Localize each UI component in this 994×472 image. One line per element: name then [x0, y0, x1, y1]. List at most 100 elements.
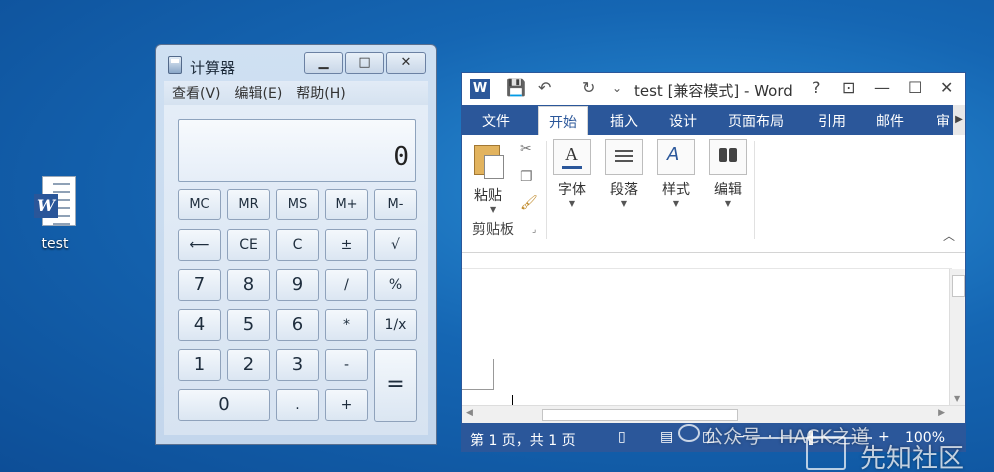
ribbon-tabs: 文件 开始 插入 设计 页面布局 引用 邮件 审 ▶ [462, 105, 965, 136]
desktop-icon-label: test [41, 236, 69, 252]
format-painter-icon[interactable]: 🖌 [520, 195, 538, 211]
key-mr[interactable]: MR [227, 189, 270, 220]
paragraph-icon [605, 139, 643, 175]
key-8[interactable]: 8 [227, 269, 270, 301]
key-1[interactable]: 1 [178, 349, 221, 381]
document-area[interactable]: ▼ [462, 253, 965, 407]
word-title: test [兼容模式] - Word [634, 82, 793, 100]
clipboard-launcher-icon[interactable]: ⌟ [532, 225, 536, 235]
menu-edit[interactable]: 编辑(E) [235, 83, 283, 103]
save-icon[interactable]: 💾 [506, 78, 526, 97]
tab-review[interactable]: 审 [936, 111, 950, 131]
key-subtract[interactable]: - [325, 349, 368, 381]
key-5[interactable]: 5 [227, 309, 270, 341]
tab-home[interactable]: 开始 [538, 106, 588, 136]
find-binoculars-icon [709, 139, 747, 175]
font-icon: A [553, 139, 591, 175]
ribbon-home: 粘贴 ▼ ✂ ❐ 🖌 剪贴板 ⌟ A 字体 ▼ 段落 ▼ A 样式 ▼ 编辑 ▼… [462, 135, 965, 253]
word-titlebar[interactable]: W 💾 ↶ ↻ ⌄ test [兼容模式] - Word ? ⊡ — ☐ ✕ [462, 73, 965, 105]
vertical-scroll-thumb[interactable] [952, 275, 965, 297]
minimize-button[interactable]: ▁ [304, 52, 343, 74]
font-group[interactable]: A 字体 ▼ [552, 139, 592, 208]
calculator-title: 计算器 [190, 59, 236, 77]
key-backspace[interactable]: ⟵ [178, 229, 221, 261]
collapse-ribbon-icon[interactable]: ︿ [943, 227, 955, 244]
page-count-status[interactable]: 第 1 页，共 1 页 [470, 430, 576, 450]
redo-icon[interactable]: ↻ [582, 78, 595, 97]
key-ce[interactable]: CE [227, 229, 270, 261]
watermark-community: 先知社区 [860, 444, 965, 472]
text-cursor [512, 395, 513, 405]
key-7[interactable]: 7 [178, 269, 221, 301]
copy-icon[interactable]: ❐ [520, 169, 533, 185]
customize-qat-icon[interactable]: ⌄ [612, 81, 622, 95]
calculator-menubar: 查看(V) 编辑(E) 帮助(H) [164, 81, 428, 105]
paste-label[interactable]: 粘贴 [474, 185, 502, 205]
tab-scroll-right-icon[interactable]: ▶ [953, 105, 965, 135]
calculator-body: 0 MC MR MS M+ M- ⟵ CE C ± √ 7 8 9 / % 4 … [164, 105, 428, 435]
key-divide[interactable]: / [325, 269, 368, 301]
key-ms[interactable]: MS [276, 189, 319, 220]
vertical-scrollbar[interactable]: ▼ [949, 269, 965, 407]
horizontal-scrollbar[interactable]: ◀ ▶ [462, 405, 965, 423]
calculator-titlebar[interactable]: 计算器 ▁ □ ✕ [156, 45, 436, 79]
menu-view[interactable]: 查看(V) [172, 83, 221, 103]
wechat-icon [678, 424, 700, 442]
key-2[interactable]: 2 [227, 349, 270, 381]
close-button[interactable]: ✕ [386, 52, 426, 74]
key-sqrt[interactable]: √ [374, 229, 417, 261]
key-reciprocal[interactable]: 1/x [374, 309, 417, 341]
scroll-down-icon[interactable]: ▼ [954, 394, 960, 403]
desktop-icon-test[interactable]: W test [20, 174, 90, 252]
scroll-right-icon[interactable]: ▶ [938, 408, 945, 418]
key-m-minus[interactable]: M- [374, 189, 417, 220]
tab-design[interactable]: 设计 [669, 111, 697, 131]
tab-insert[interactable]: 插入 [610, 111, 638, 131]
group-separator [546, 141, 547, 239]
paste-dropdown-icon[interactable]: ▼ [490, 205, 496, 214]
key-m-plus[interactable]: M+ [325, 189, 368, 220]
styles-group[interactable]: A 样式 ▼ [656, 139, 696, 208]
read-mode-icon[interactable]: ▯ [618, 429, 626, 445]
key-6[interactable]: 6 [276, 309, 319, 341]
key-decimal[interactable]: . [276, 389, 319, 421]
tab-mailings[interactable]: 邮件 [876, 111, 904, 131]
ribbon-display-options-button[interactable]: ⊡ [842, 78, 855, 97]
key-3[interactable]: 3 [276, 349, 319, 381]
scroll-left-icon[interactable]: ◀ [466, 408, 473, 418]
key-multiply[interactable]: * [325, 309, 368, 341]
key-c[interactable]: C [276, 229, 319, 261]
key-add[interactable]: + [325, 389, 368, 421]
print-layout-icon[interactable]: ▤ [660, 429, 673, 445]
tab-file[interactable]: 文件 [482, 111, 510, 131]
key-equals[interactable]: = [374, 349, 417, 422]
key-0[interactable]: 0 [178, 389, 270, 421]
paragraph-label: 段落 [610, 182, 638, 198]
key-plus-minus[interactable]: ± [325, 229, 368, 261]
cut-icon[interactable]: ✂ [520, 141, 532, 157]
key-9[interactable]: 9 [276, 269, 319, 301]
font-label: 字体 [558, 182, 586, 198]
horizontal-scroll-thumb[interactable] [542, 409, 738, 421]
calculator-display: 0 [178, 119, 416, 182]
ruler [462, 253, 952, 269]
key-mc[interactable]: MC [178, 189, 221, 220]
tab-layout[interactable]: 页面布局 [728, 111, 784, 131]
key-percent[interactable]: % [374, 269, 417, 301]
word-document-icon: W [30, 174, 80, 230]
maximize-button[interactable]: □ [345, 52, 384, 74]
word-close-button[interactable]: ✕ [940, 78, 953, 97]
tab-references[interactable]: 引用 [818, 111, 846, 131]
styles-label: 样式 [662, 182, 690, 198]
key-4[interactable]: 4 [178, 309, 221, 341]
help-button[interactable]: ? [812, 78, 821, 97]
word-maximize-button[interactable]: ☐ [908, 78, 922, 97]
group-separator [754, 141, 755, 239]
paragraph-group[interactable]: 段落 ▼ [604, 139, 644, 208]
paste-icon[interactable] [474, 141, 508, 181]
editing-group[interactable]: 编辑 ▼ [708, 139, 748, 208]
word-minimize-button[interactable]: — [874, 78, 890, 97]
word-window: W 💾 ↶ ↻ ⌄ test [兼容模式] - Word ? ⊡ — ☐ ✕ 文… [461, 72, 966, 452]
undo-icon[interactable]: ↶ [538, 78, 551, 97]
menu-help[interactable]: 帮助(H) [296, 83, 345, 103]
